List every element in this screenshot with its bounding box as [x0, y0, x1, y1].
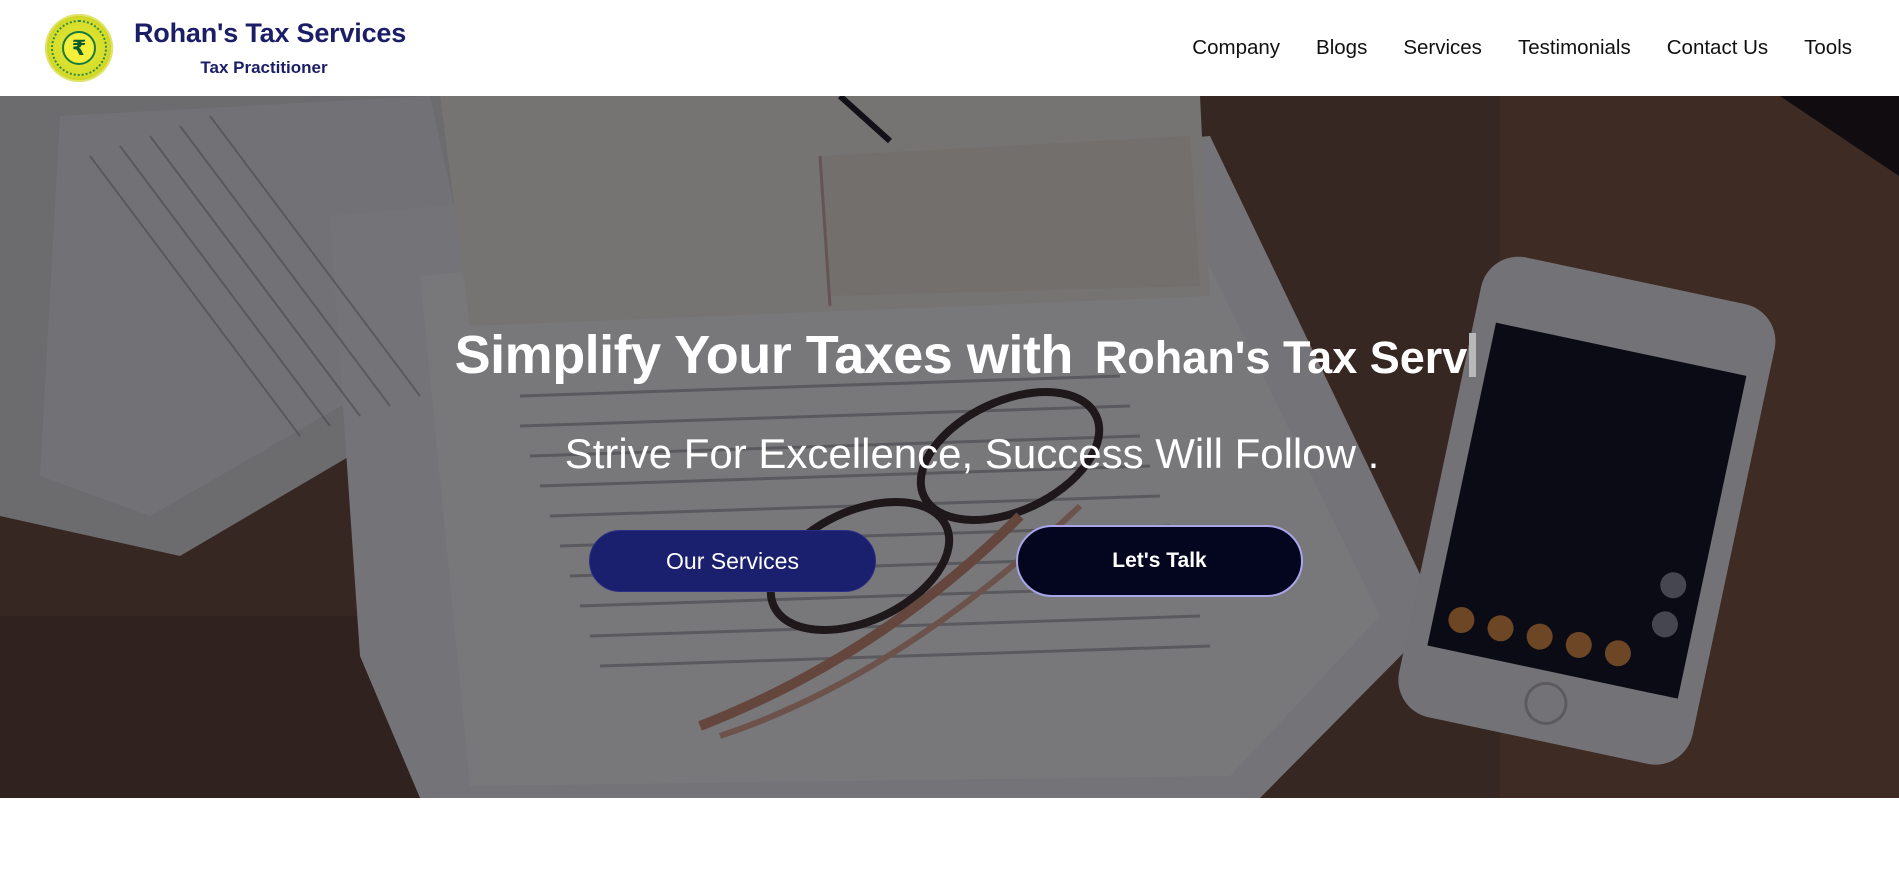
rupee-symbol: ₹ [71, 35, 87, 60]
rupee-seal-icon: ₹ [62, 31, 96, 65]
lets-talk-button[interactable]: Let's Talk [1016, 525, 1303, 597]
page-content-below-hero [0, 798, 1899, 871]
nav-item-company[interactable]: Company [1192, 36, 1280, 60]
site-header: ₹ Rohan's Tax Services Tax Practitioner … [0, 0, 1899, 96]
nav-item-services[interactable]: Services [1403, 36, 1482, 60]
logo[interactable]: ₹ [45, 14, 113, 82]
hero-tagline: Strive For Excellence, Success Will Foll… [564, 430, 1380, 477]
main-nav: Company Blogs Services Testimonials Cont… [1192, 36, 1852, 60]
nav-item-tools[interactable]: Tools [1804, 36, 1852, 60]
nav-item-testimonials[interactable]: Testimonials [1518, 36, 1631, 60]
nav-item-blogs[interactable]: Blogs [1316, 36, 1367, 60]
hero-title: Simplify Your Taxes with Rohan's Tax Serv [0, 324, 1899, 386]
typing-caret [1469, 333, 1477, 377]
brand-subtitle: Tax Practitioner [200, 58, 328, 77]
our-services-button[interactable]: Our Services [589, 530, 876, 592]
hero-section: Simplify Your Taxes with Rohan's Tax Serv… [0, 96, 1899, 798]
hero-title-typed: Rohan's Tax Serv [1094, 332, 1468, 383]
hero-title-lead: Simplify Your Taxes with [454, 325, 1074, 385]
nav-item-contact-us[interactable]: Contact Us [1667, 36, 1768, 60]
brand-name[interactable]: Rohan's Tax Services [134, 18, 406, 49]
